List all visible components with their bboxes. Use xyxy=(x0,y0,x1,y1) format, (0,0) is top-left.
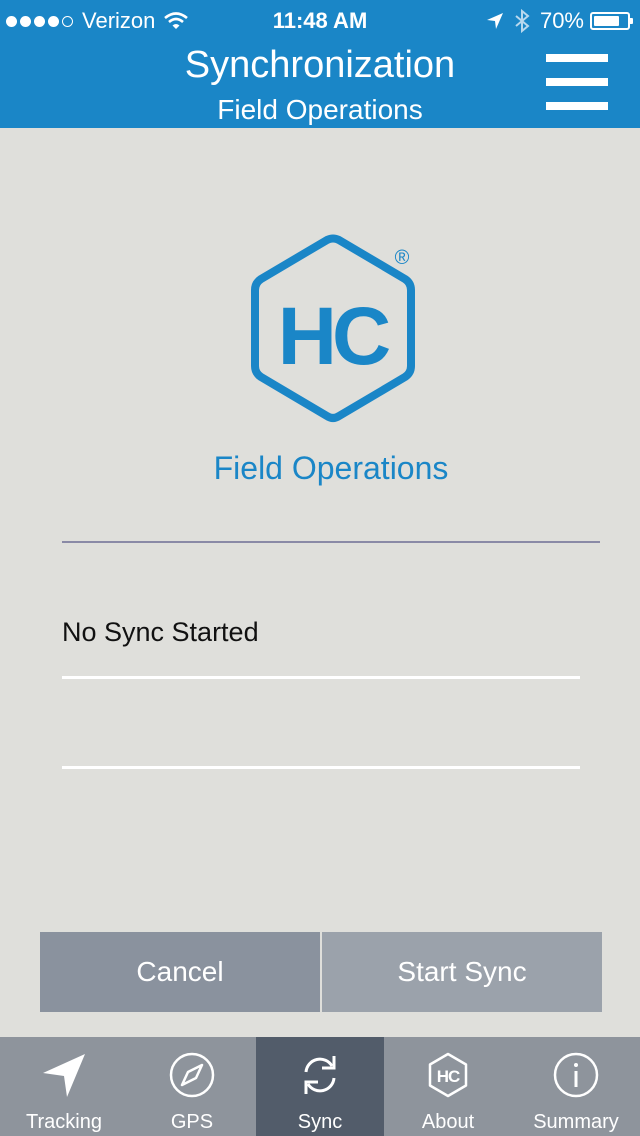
tab-bar: Tracking GPS Sync HC About Summary xyxy=(0,1037,640,1136)
divider xyxy=(62,676,580,679)
bluetooth-icon xyxy=(515,9,530,33)
hamburger-menu-icon[interactable] xyxy=(546,54,608,114)
status-bar: Verizon 11:48 AM 70% xyxy=(0,0,640,40)
tab-sync[interactable]: Sync xyxy=(256,1037,384,1136)
battery-icon xyxy=(590,12,633,30)
divider xyxy=(62,766,580,769)
header: Verizon 11:48 AM 70% Synchronization Fie… xyxy=(0,0,640,128)
tab-label: About xyxy=(421,1111,475,1133)
tab-label: GPS xyxy=(170,1111,214,1133)
app-name: Field Operations xyxy=(213,450,449,486)
tab-summary[interactable]: Summary xyxy=(512,1037,640,1136)
tab-label: Summary xyxy=(533,1111,619,1133)
hc-logo: HC ® xyxy=(251,234,415,422)
location-arrow-icon xyxy=(43,1054,85,1097)
tab-label: Tracking xyxy=(26,1111,102,1133)
location-services-icon xyxy=(486,13,503,29)
sync-status-text: No Sync Started xyxy=(62,617,259,647)
cancel-button[interactable]: Cancel xyxy=(40,932,320,1012)
tab-gps[interactable]: GPS xyxy=(128,1037,256,1136)
page-subtitle: Field Operations xyxy=(217,94,423,125)
sync-icon xyxy=(304,1056,336,1094)
tab-label: Sync xyxy=(297,1111,343,1133)
battery-percent: 70% xyxy=(539,8,584,33)
tab-tracking[interactable]: Tracking xyxy=(0,1037,128,1136)
status-right: 70% xyxy=(486,8,633,34)
start-sync-button[interactable]: Start Sync xyxy=(322,932,602,1012)
info-icon xyxy=(553,1052,599,1098)
compass-icon xyxy=(169,1052,215,1098)
registered-mark: ® xyxy=(395,247,410,269)
hc-logo-icon: HC xyxy=(428,1052,468,1098)
tab-about[interactable]: HC About xyxy=(384,1037,512,1136)
logo-text: HC xyxy=(278,291,389,382)
svg-text:HC: HC xyxy=(437,1067,460,1086)
page-title: Synchronization xyxy=(184,44,456,86)
divider xyxy=(62,541,600,543)
